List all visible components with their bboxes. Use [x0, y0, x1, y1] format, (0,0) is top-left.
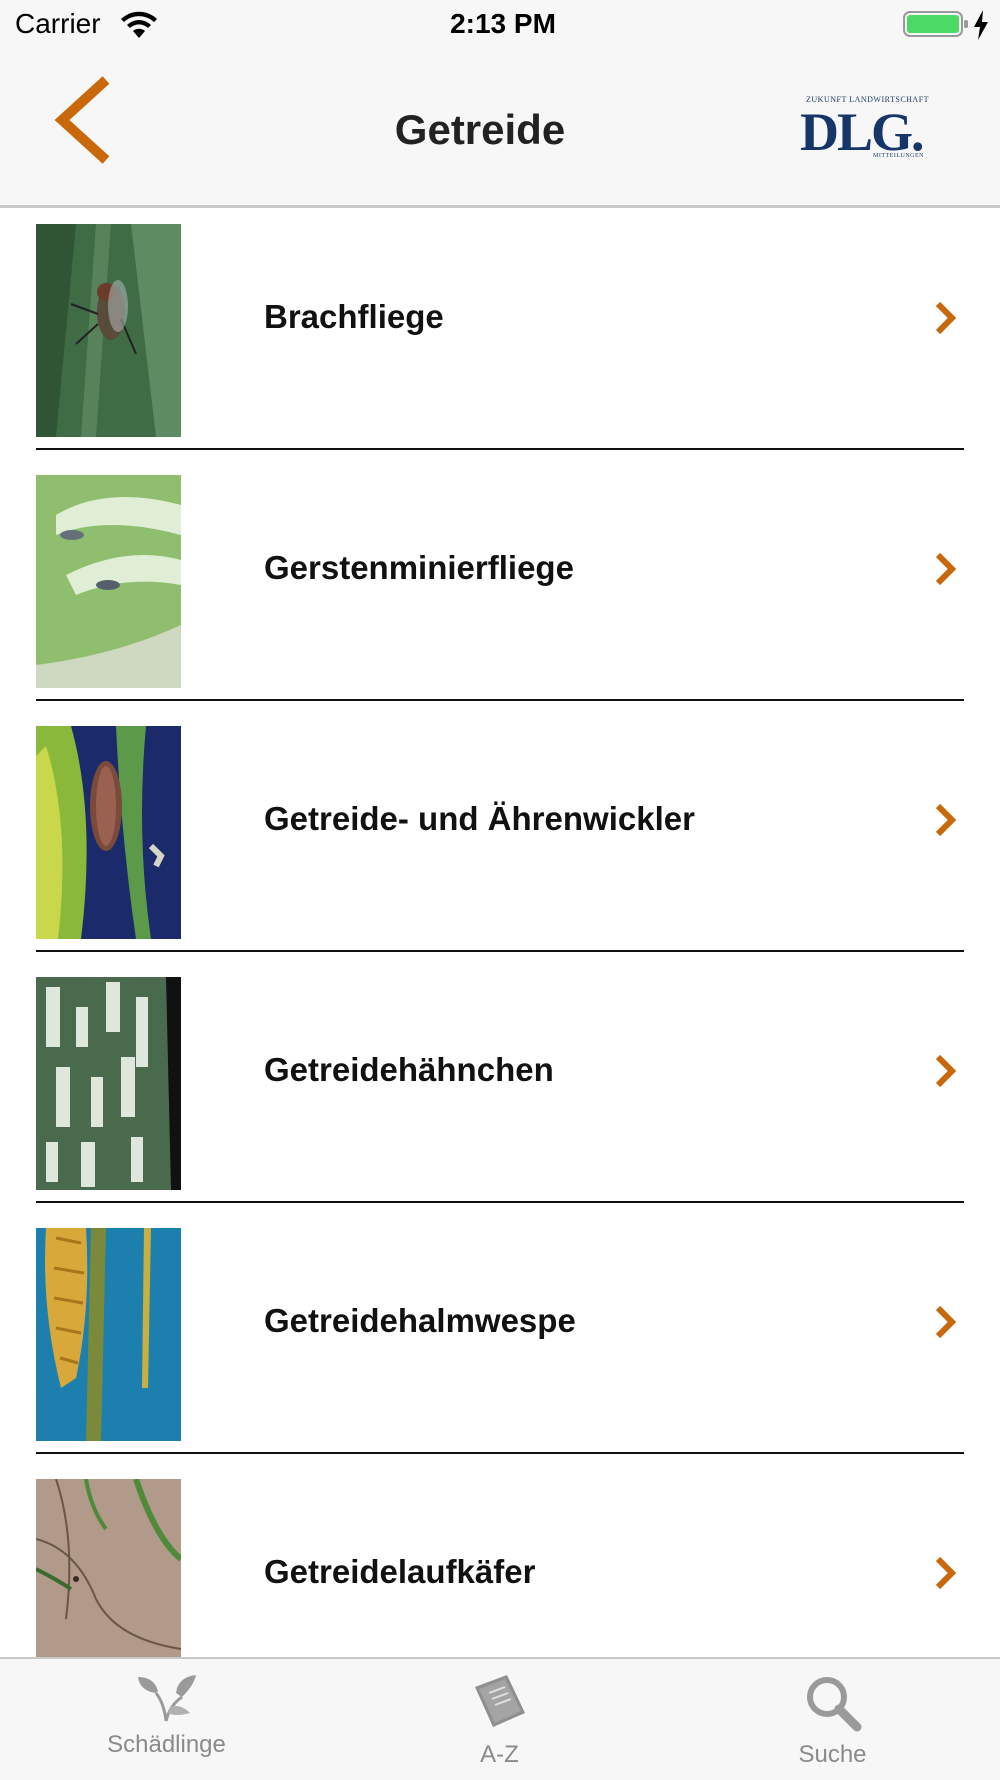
status-time: 2:13 PM: [450, 8, 556, 39]
list-item[interactable]: Brachfliege: [36, 208, 964, 458]
fly-on-leaf-photo: [36, 224, 181, 437]
list-item[interactable]: Getreidehalmwespe: [36, 1212, 964, 1462]
leaf-miner-damage-photo: [36, 475, 181, 688]
list-item-label: Getreide- und Ährenwickler: [264, 800, 695, 837]
list-item-label: Brachfliege: [264, 298, 444, 335]
chevron-right-icon: [935, 552, 957, 586]
striped-leaf-damage-photo: [36, 977, 181, 1190]
tab-bar: Schädlinge A-Z Suche: [0, 1657, 1000, 1780]
list-item[interactable]: Getreidehähnchen: [36, 961, 964, 1211]
wheat-ear-stem-photo: [36, 1228, 181, 1441]
tab-label: Schädlinge: [107, 1731, 226, 1758]
divider: [36, 1452, 964, 1454]
list-item-label: Getreidelaufkäfer: [264, 1553, 536, 1590]
divider: [36, 699, 964, 701]
book-icon: [474, 1675, 525, 1727]
list-item-label: Getreidehalmwespe: [264, 1302, 576, 1339]
chevron-right-icon: [935, 803, 957, 837]
divider: [36, 1201, 964, 1203]
tab-schaedlinge[interactable]: Schädlinge: [0, 1659, 333, 1780]
status-bar: Carrier 2:13 PM: [0, 0, 1000, 50]
caterpillar-on-stem-photo: [36, 726, 181, 939]
list-item-label: Getreidehähnchen: [264, 1051, 554, 1088]
divider: [36, 950, 964, 952]
list-item[interactable]: Gerstenminierfliege: [36, 459, 964, 709]
chevron-right-icon: [935, 1556, 957, 1590]
tab-a-z[interactable]: A-Z: [333, 1659, 666, 1780]
tab-label: A-Z: [480, 1741, 519, 1768]
divider: [36, 448, 964, 450]
list-item[interactable]: Getreide- und Ährenwickler: [36, 710, 964, 960]
navigation-bar: Getreide ZUKUNFT LANDWIRTSCHAFT DLG. MIT…: [0, 50, 1000, 208]
battery-icon: [903, 11, 968, 37]
chevron-right-icon: [935, 301, 957, 335]
pest-list: Brachfliege Gerstenminierfliege Getreide…: [0, 208, 1000, 1658]
chevron-right-icon: [935, 1054, 957, 1088]
tab-suche[interactable]: Suche: [666, 1659, 999, 1780]
tab-label: Suche: [798, 1741, 867, 1768]
magnifier-icon: [806, 1677, 861, 1732]
list-item-label: Gerstenminierfliege: [264, 549, 574, 586]
charging-bolt-icon: [974, 10, 988, 40]
plant-sprout-icon: [137, 1675, 196, 1722]
dlg-logo: ZUKUNFT LANDWIRTSCHAFT DLG. MITTEILUNGEN: [800, 95, 930, 165]
soil-seedling-photo: [36, 1479, 181, 1658]
list-item[interactable]: Getreidelaufkäfer: [36, 1463, 964, 1658]
logo-bottom-text: MITTEILUNGEN: [873, 153, 924, 159]
chevron-right-icon: [935, 1305, 957, 1339]
